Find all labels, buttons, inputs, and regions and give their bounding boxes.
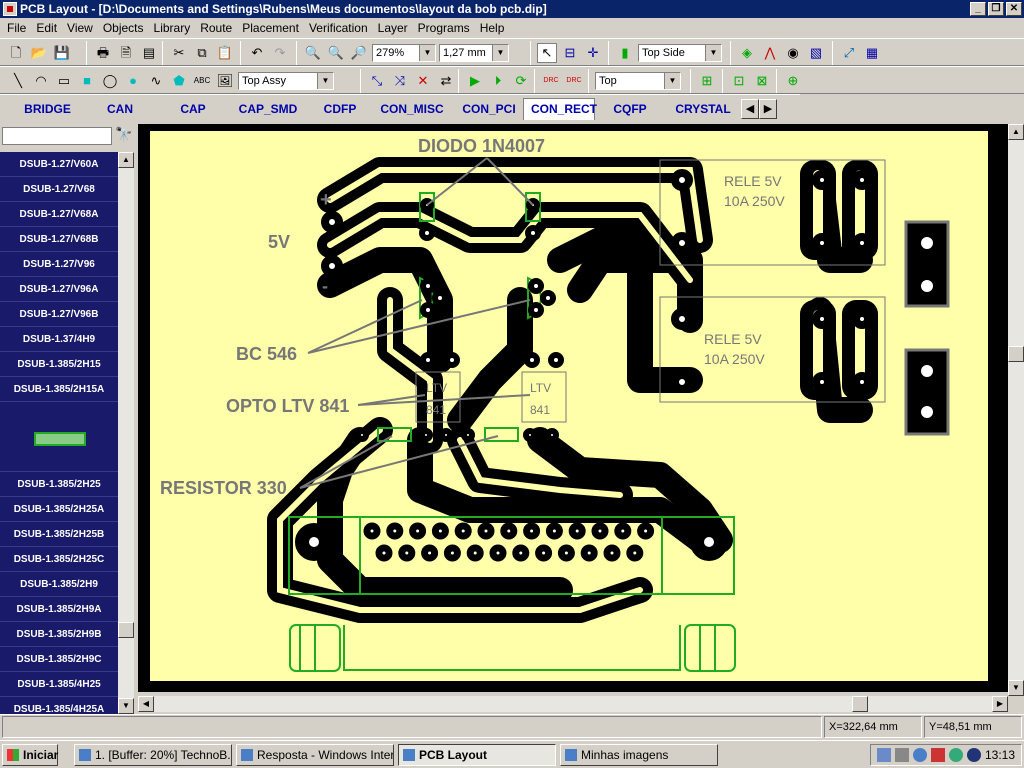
label-ltv1-b: 841 xyxy=(426,403,446,417)
canvas-scroll-hthumb[interactable] xyxy=(852,696,868,712)
db25-pin xyxy=(545,522,563,540)
tray-messenger-icon[interactable] xyxy=(967,748,981,762)
db25-pin xyxy=(398,544,416,562)
db25-pin xyxy=(500,522,518,540)
canvas-scroll-right-button[interactable]: ▶ xyxy=(992,696,1008,712)
db25-outline xyxy=(288,516,736,672)
db25-pin xyxy=(375,544,393,562)
relay-pad-slots xyxy=(813,170,865,390)
status-x-coord: X=322,64 mm xyxy=(824,716,922,738)
tray-network-icon[interactable] xyxy=(877,748,891,762)
db25-pin xyxy=(409,522,427,540)
copper-traces xyxy=(267,157,873,623)
label-rele1-b: 10A 250V xyxy=(724,193,785,209)
label-opto: OPTO LTV 841 xyxy=(226,396,349,416)
db25-pin xyxy=(523,522,541,540)
label-plus: + xyxy=(320,189,332,211)
db25-pins xyxy=(363,522,655,562)
db25-pin xyxy=(591,522,609,540)
status-message xyxy=(2,716,822,738)
db25-pin xyxy=(386,522,404,540)
start-button[interactable]: Iniciar xyxy=(2,744,58,766)
task-technob[interactable]: 1. [Buffer: 20%] TechnoB... xyxy=(74,744,232,766)
label-resistor: RESISTOR 330 xyxy=(160,478,287,498)
db25-pin xyxy=(512,544,530,562)
db25-pin xyxy=(626,544,644,562)
label-rele2-b: 10A 250V xyxy=(704,351,765,367)
task-minhas-imagens[interactable]: Minhas imagens xyxy=(560,744,718,766)
db25-pin xyxy=(614,522,632,540)
db25-pin xyxy=(580,544,598,562)
task-resposta[interactable]: Resposta - Windows Inter... xyxy=(236,744,394,766)
label-bc546: BC 546 xyxy=(236,344,297,364)
label-ltv2-a: LTV xyxy=(530,381,551,395)
canvas-scroll-up-button[interactable]: ▲ xyxy=(1008,124,1024,140)
status-y-coord: Y=48,51 mm xyxy=(924,716,1022,738)
label-ltv1-a: LTV xyxy=(426,381,447,395)
task-pcb-layout[interactable]: PCB Layout xyxy=(398,744,556,766)
db25-pin xyxy=(466,544,484,562)
tray-antivirus-icon[interactable] xyxy=(931,748,945,762)
label-ltv2-b: 841 xyxy=(530,403,550,417)
db25-pin xyxy=(421,544,439,562)
label-rele2-a: RELE 5V xyxy=(704,331,762,347)
canvas-hscrollbar[interactable]: ◀ ▶ xyxy=(138,696,1008,712)
db25-pin xyxy=(568,522,586,540)
label-5v: 5V xyxy=(268,232,290,252)
canvas-scroll-vthumb[interactable] xyxy=(1008,346,1024,362)
db25-pin xyxy=(477,522,495,540)
db25-pin xyxy=(535,544,553,562)
label-rele1-a: RELE 5V xyxy=(724,173,782,189)
db25-pin xyxy=(637,522,655,540)
db25-pin xyxy=(489,544,507,562)
db25-pin xyxy=(443,544,461,562)
tray-search-icon[interactable] xyxy=(913,748,927,762)
db25-pin xyxy=(557,544,575,562)
canvas-scroll-left-button[interactable]: ◀ xyxy=(138,696,154,712)
status-bar: X=322,64 mm Y=48,51 mm xyxy=(0,714,1024,738)
db25-pin xyxy=(454,522,472,540)
label-minus: - xyxy=(322,276,328,296)
canvas-scroll-down-button[interactable]: ▼ xyxy=(1008,680,1024,696)
db25-pin xyxy=(603,544,621,562)
db25-pin xyxy=(431,522,449,540)
db25-pin xyxy=(363,522,381,540)
taskbar: Iniciar 1. [Buffer: 20%] TechnoB... Resp… xyxy=(0,740,1024,768)
system-tray: 13:13 xyxy=(870,744,1022,766)
canvas-vscrollbar[interactable]: ▲ ▼ xyxy=(1008,124,1024,696)
tray-update-icon[interactable] xyxy=(949,748,963,762)
clock: 13:13 xyxy=(984,748,1015,762)
relay-pads xyxy=(800,160,878,400)
pcb-drawing[interactable]: DIODO 1N4007 + 5V - BC 546 OPTO LTV 841 … xyxy=(0,0,1024,768)
label-diodo: DIODO 1N4007 xyxy=(418,136,545,156)
tray-speaker-icon[interactable] xyxy=(895,748,909,762)
